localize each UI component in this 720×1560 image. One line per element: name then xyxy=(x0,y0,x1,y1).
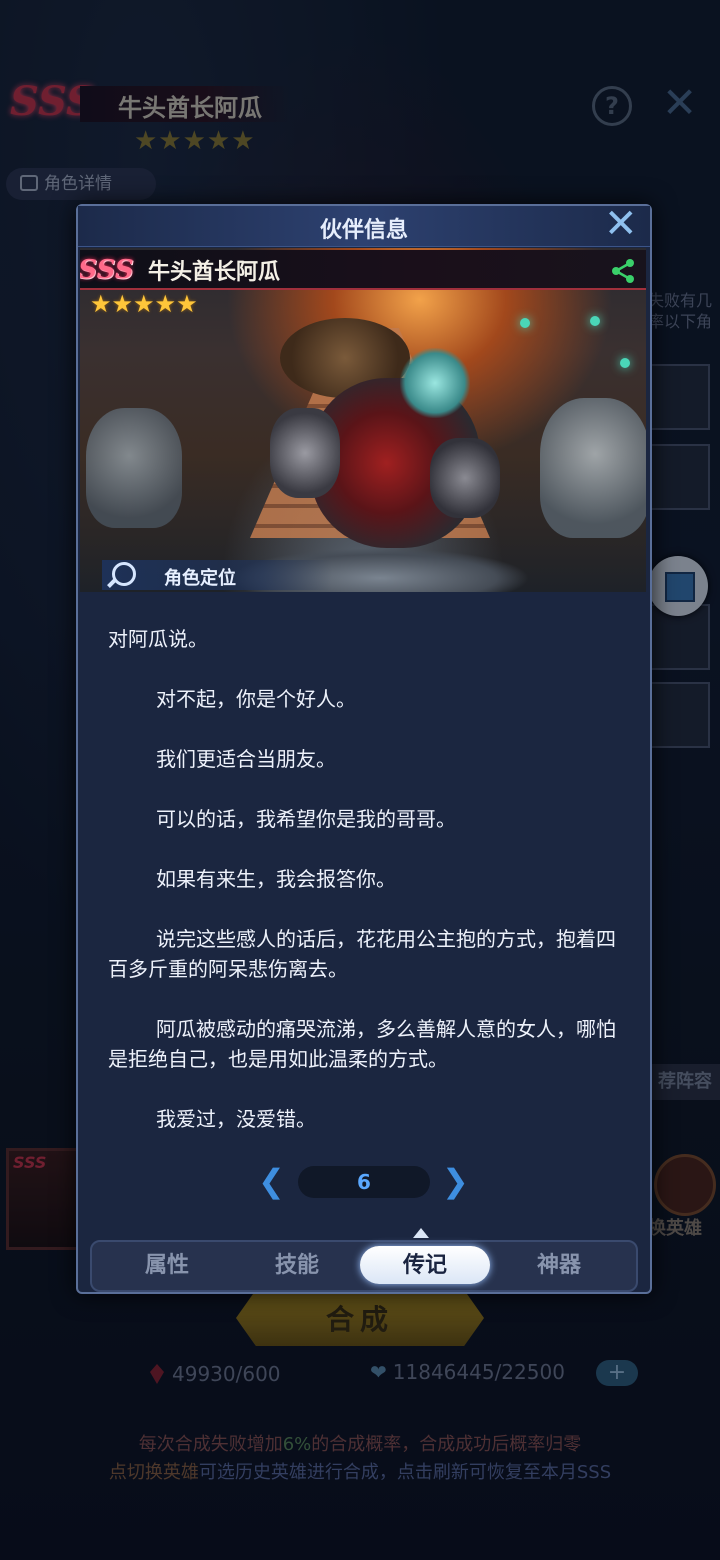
bio-paragraph: 我爱过，没爱错。 xyxy=(156,1107,316,1131)
glow-particle xyxy=(520,318,530,328)
hero-feather-art xyxy=(400,348,470,418)
rank-badge: SSS xyxy=(80,255,134,285)
bio-paragraph: 说完这些感人的话后，花花用公主抱的方式，抱着四百多斤重的阿呆悲伤离去。 xyxy=(108,927,616,981)
hero-name-bar: SSS 牛头酋长阿瓜 xyxy=(80,250,646,290)
bio-paragraph: 可以的话，我希望你是我的哥哥。 xyxy=(156,807,456,831)
hero-name: 牛头酋长阿瓜 xyxy=(148,259,281,285)
glow-particle xyxy=(620,358,630,368)
hero-arm-armor-art xyxy=(430,438,500,518)
tab-skills[interactable]: 技能 xyxy=(232,1242,362,1290)
tab-attributes[interactable]: 属性 xyxy=(102,1242,232,1290)
close-icon[interactable]: ✕ xyxy=(604,204,638,244)
active-tab-pointer xyxy=(413,1228,429,1238)
bio-paragraph: 对阿瓜说。 xyxy=(108,627,208,651)
bio-paragraph: 对不起，你是个好人。 xyxy=(156,687,356,711)
skull-left-art xyxy=(86,408,182,528)
dialog-header: 伙伴信息 ✕ xyxy=(78,204,650,247)
search-icon xyxy=(112,562,136,586)
star-rating: ★★★★★ xyxy=(90,290,198,318)
bio-paragraph: 我们更适合当朋友。 xyxy=(156,747,336,771)
share-icon[interactable] xyxy=(610,258,636,284)
biography-text: 对阿瓜说。 对不起，你是个好人。 我们更适合当朋友。 可以的话，我希望你是我的哥… xyxy=(108,624,628,1164)
page-number: 6 xyxy=(298,1166,430,1198)
tab-artifact[interactable]: 神器 xyxy=(494,1242,624,1290)
role-position-button[interactable]: 角色定位 xyxy=(102,560,332,590)
next-page-button[interactable]: ❯ xyxy=(442,1162,469,1200)
bio-paragraph: 阿瓜被感动的痛哭流涕，多么善解人意的女人，哪怕是拒绝自己，也是用如此温柔的方式。 xyxy=(108,1017,616,1071)
prev-page-button[interactable]: ❮ xyxy=(258,1162,285,1200)
bio-paragraph: 如果有来生，我会报答你。 xyxy=(156,867,396,891)
glow-particle xyxy=(590,316,600,326)
hero-shoulder-armor-art xyxy=(270,408,340,498)
hero-portrait: SSS 牛头酋长阿瓜 ★★★★★ 角色定位 xyxy=(80,248,646,592)
skull-right-art xyxy=(540,398,646,538)
partner-info-dialog: 伙伴信息 ✕ SSS 牛头酋长阿瓜 ★★★★★ 角色定位 对阿瓜说。 对不起，你… xyxy=(76,204,652,1294)
info-tab-bar: 属性 技能 传记 神器 xyxy=(90,1240,638,1292)
role-position-label: 角色定位 xyxy=(164,568,236,589)
dialog-title: 伙伴信息 xyxy=(319,217,408,243)
tab-biography[interactable]: 传记 xyxy=(360,1246,490,1284)
